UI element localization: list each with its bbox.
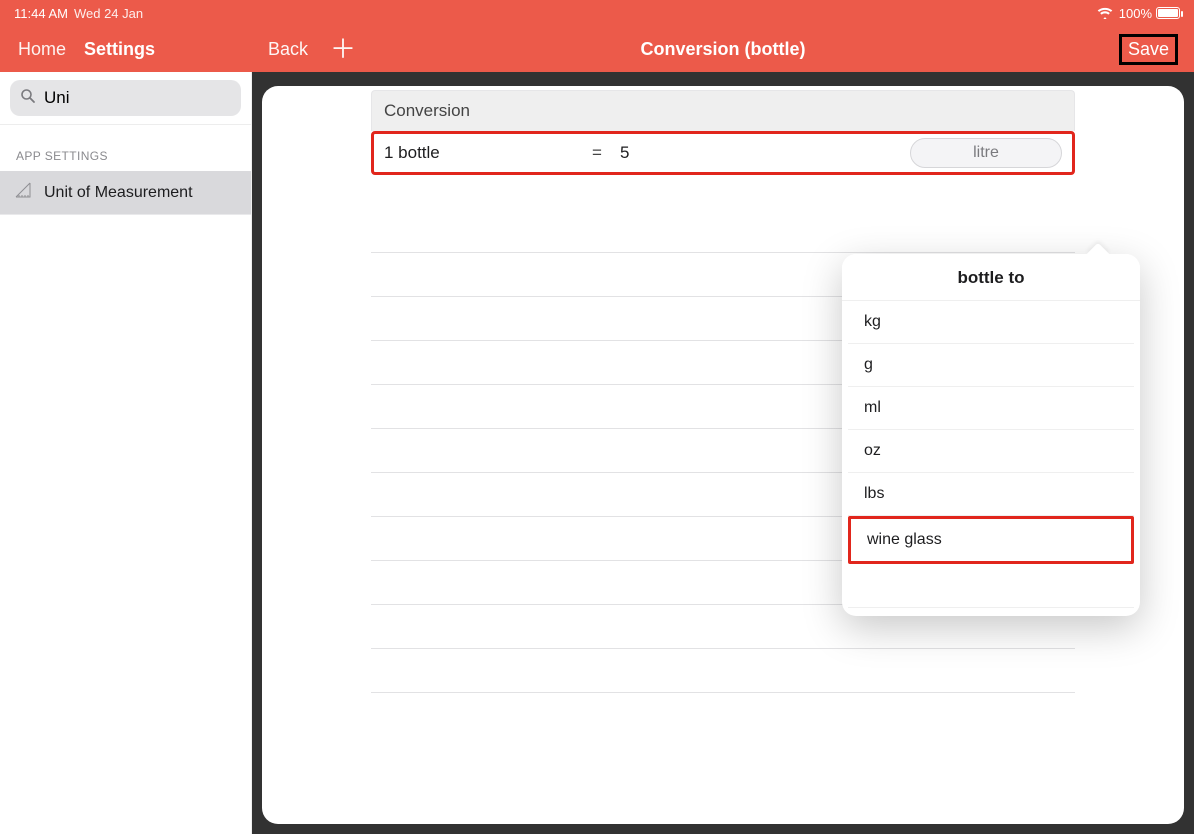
panel: Conversion 1 bottle = 5 litre bottle to: [262, 86, 1184, 824]
back-button[interactable]: Back: [268, 39, 308, 60]
conversion-target-unit-button[interactable]: litre: [910, 138, 1062, 168]
conversion-value-input[interactable]: 5: [610, 143, 904, 163]
sidebar-section-header: APP SETTINGS: [0, 125, 251, 171]
nav-settings[interactable]: Settings: [84, 39, 155, 60]
search-icon: [20, 88, 36, 109]
status-bar: 11:44 AM Wed 24 Jan 100%: [0, 0, 1194, 26]
conversion-card-header: Conversion: [371, 90, 1075, 131]
conversion-row: 1 bottle = 5 litre: [371, 131, 1075, 175]
popover-item-wine-glass[interactable]: wine glass: [848, 516, 1134, 564]
nav-bar: Home Settings Back ＋ Conversion (bottle)…: [0, 26, 1194, 72]
battery-percent: 100%: [1119, 6, 1152, 21]
status-time: 11:44 AM: [14, 6, 68, 21]
battery-indicator: 100%: [1119, 6, 1180, 21]
sidebar: APP SETTINGS Unit of Measurement: [0, 72, 252, 834]
popover-item-kg[interactable]: kg: [848, 301, 1134, 344]
equals-sign: =: [584, 143, 610, 163]
search-input[interactable]: [42, 87, 267, 109]
main-frame: Conversion 1 bottle = 5 litre bottle to: [252, 72, 1194, 834]
add-button[interactable]: ＋: [330, 36, 356, 62]
popover-item-lbs[interactable]: lbs: [848, 473, 1134, 516]
sidebar-item-label: Unit of Measurement: [44, 184, 193, 202]
unit-popover: bottle to kggmlozlbswine glass: [842, 254, 1140, 616]
popover-item-ml[interactable]: ml: [848, 387, 1134, 430]
sidebar-item-unit-of-measurement[interactable]: Unit of Measurement: [0, 171, 251, 215]
popover-item-oz[interactable]: oz: [848, 430, 1134, 473]
nav-home[interactable]: Home: [18, 39, 66, 60]
status-date: Wed 24 Jan: [74, 6, 143, 21]
search-field[interactable]: [10, 80, 241, 116]
page-title: Conversion (bottle): [252, 39, 1194, 60]
wifi-icon: [1097, 7, 1113, 19]
popover-title: bottle to: [842, 254, 1140, 301]
conversion-from-unit[interactable]: 1 bottle: [374, 143, 584, 163]
ruler-icon: [14, 181, 32, 204]
save-button[interactable]: Save: [1119, 34, 1178, 65]
popover-item-g[interactable]: g: [848, 344, 1134, 387]
